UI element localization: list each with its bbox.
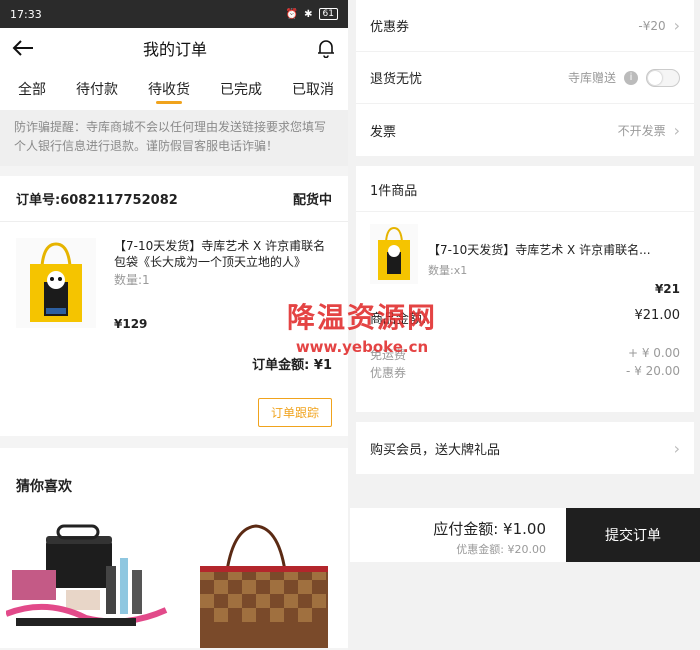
order-tabs: 全部 待付款 待收货 已完成 已取消 [0,68,348,110]
order-card: 订单号:6082117752082 配货中 【7-10天发货】寺库艺术 X 许京… [0,176,348,436]
product-image[interactable] [16,238,96,328]
goods-name[interactable]: 【7-10天发货】寺库艺术 X 许京甫联名... [428,242,651,258]
invoice-value: 不开发票 [617,123,666,138]
fraud-notice: 防诈骗提醒：寺库商城不会以任何理由发送链接要求您填写个人银行信息进行退款。谨防假… [0,110,348,166]
return-guarantee-value: 寺库赠送 [567,71,616,85]
coupon-label: 优惠券 [370,20,410,35]
tab-pending-payment[interactable]: 待付款 [76,68,118,110]
alarm-icon: ⏰ [285,8,299,20]
recommendations-title: 猜你喜欢 [16,479,72,495]
recommendations: 猜你喜欢 [0,448,348,648]
back-arrow-icon[interactable] [12,40,34,56]
coupon-value: -¥20 [638,18,666,33]
tab-cancelled[interactable]: 已取消 [292,68,334,110]
order-list-screen: 17:33 ⏰ ✱ 61 我的订单 全部 待付款 待收货 已完成 已取消 防诈骗… [0,0,348,650]
bluetooth-icon: ✱ [304,8,313,20]
return-guarantee-label: 退货无忧 [370,72,423,87]
goods-count: 1件商品 [356,166,694,212]
cosmetics-product-image[interactable] [4,518,176,648]
header: 我的订单 [0,28,348,68]
payable-amount: 应付金额: ¥1.00 [433,520,546,538]
info-icon[interactable]: i [624,70,638,85]
product-price: ¥129 [114,317,148,331]
goods-image[interactable] [370,224,418,284]
return-guarantee-row: 退货无忧 寺库赠送 i [356,52,694,104]
order-total: 订单金额: ¥1 [252,358,332,373]
order-options: 优惠券 -¥20 › 退货无忧 寺库赠送 i 发票 不开发票 › [356,0,694,156]
goods-qty: 数量:x1 [428,264,468,277]
status-time: 17:33 [10,7,42,21]
track-order-button[interactable]: 订单跟踪 [257,398,332,427]
submit-order-button[interactable]: 提交订单 [566,508,700,562]
battery-icon: 61 [318,8,338,20]
page-title: 我的订单 [142,40,207,59]
return-guarantee-toggle[interactable] [646,68,680,87]
coupon-line: 优惠券 - ¥ 20.00 [370,364,680,380]
order-number: 订单号:6082117752082 [16,193,178,208]
tab-completed[interactable]: 已完成 [220,68,262,110]
tab-all[interactable]: 全部 [18,68,46,110]
checkout-bar: 应付金额: ¥1.00 优惠金额: ¥20.00 提交订单 [350,508,700,562]
invoice-row[interactable]: 发票 不开发票 › [356,104,694,156]
goods-summary: 1件商品 【7-10天发货】寺库艺术 X 许京甫联名... 数量:x1 ¥21 … [356,166,694,412]
discount-amount: 优惠金额: ¥20.00 [456,543,546,556]
goods-subtotal: 商品金额: ¥21.00 [370,308,680,327]
bell-icon[interactable] [316,38,336,58]
order-status: 配货中 [292,193,332,208]
product-name[interactable]: 【7-10天发货】寺库艺术 X 许京甫联名包袋《长大成为一个顶天立地的人》 [114,238,332,270]
tab-pending-receipt[interactable]: 待收货 [148,68,190,110]
goods-price: ¥21 [654,282,680,296]
status-bar: 17:33 ⏰ ✱ 61 [0,0,348,28]
chevron-right-icon: › [673,438,680,458]
chevron-right-icon: › [673,16,680,35]
handbag-product-image[interactable] [186,518,336,648]
product-qty: 数量:1 [114,273,150,287]
membership-promo[interactable]: 购买会员，送大牌礼品 › [356,422,694,474]
coupon-row[interactable]: 优惠券 -¥20 › [356,0,694,52]
invoice-label: 发票 [370,124,397,140]
freight-line: 免运费 + ¥ 0.00 [370,346,680,362]
membership-label: 购买会员，送大牌礼品 [370,442,501,458]
checkout-screen: 优惠券 -¥20 › 退货无忧 寺库赠送 i 发票 不开发票 › 1件商品 【7… [350,0,700,650]
chevron-right-icon: › [673,120,680,140]
